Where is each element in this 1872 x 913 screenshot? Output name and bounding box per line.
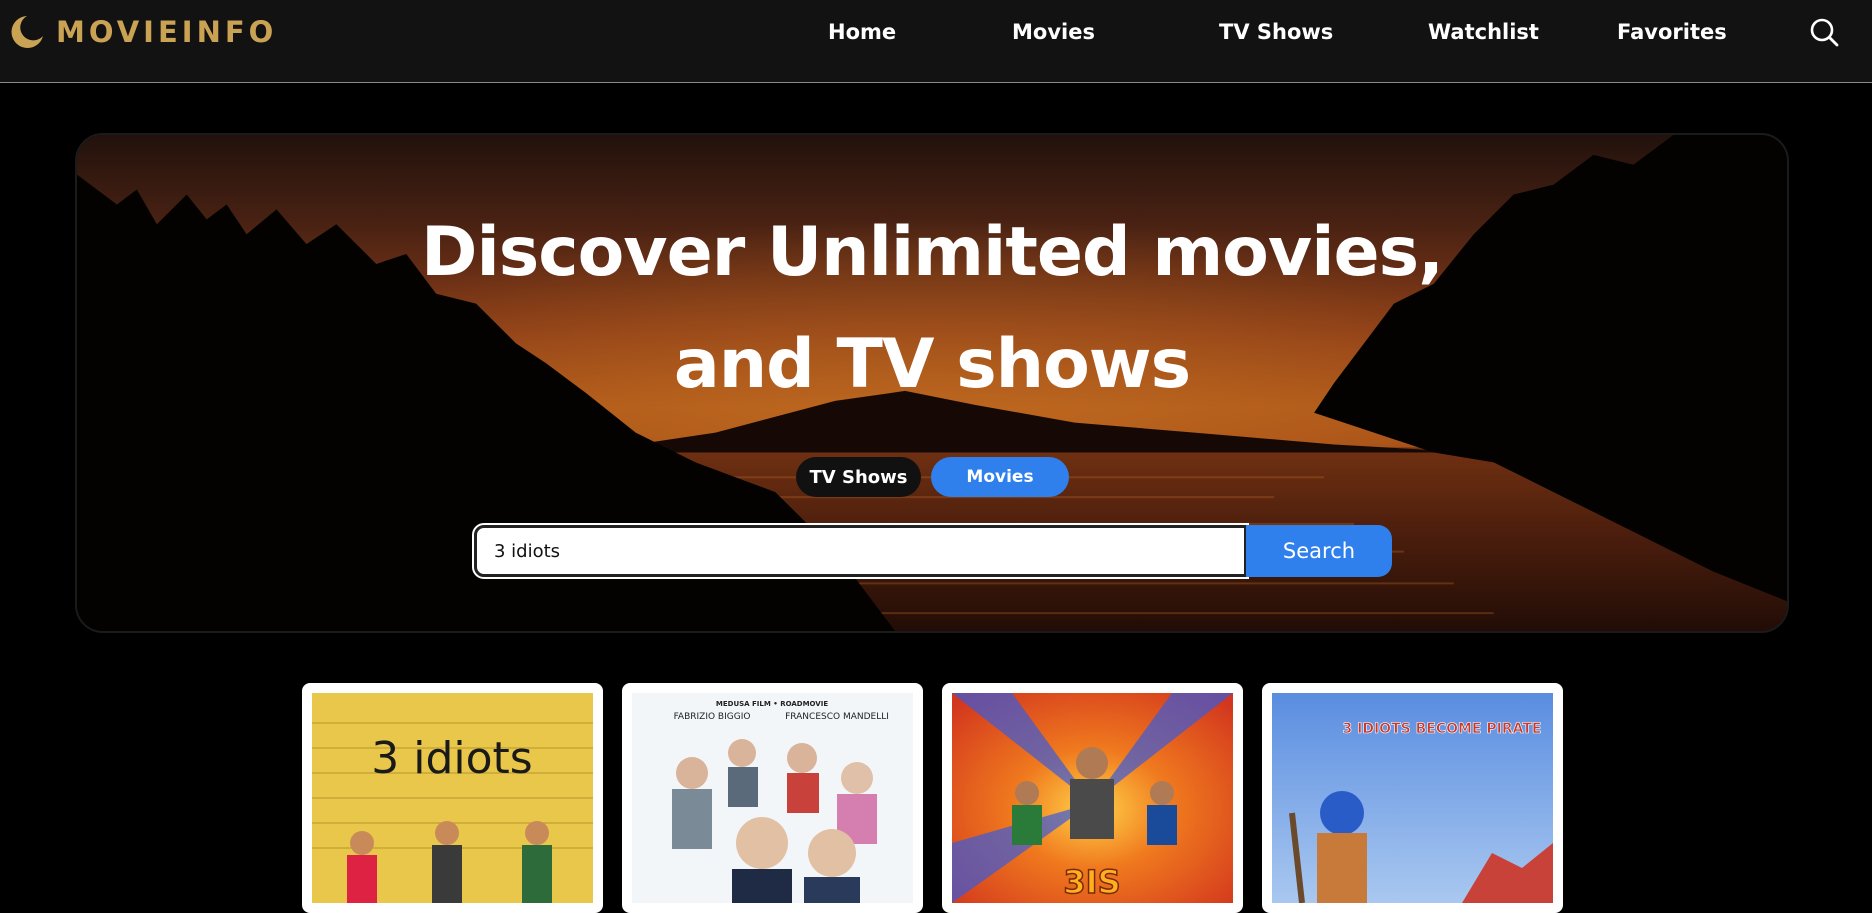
nav-watchlist[interactable]: Watchlist [1428,20,1539,44]
tv-shows-toggle[interactable]: TV Shows [796,457,921,497]
movie-poster: MEDUSA FILM • ROADMOVIE FABRIZIO BIGGIO … [632,693,913,903]
search-icon[interactable] [1808,16,1840,48]
poster-actor: FABRIZIO BIGGIO [674,712,751,722]
hero-banner: Discover Unlimited movies, and TV shows … [75,133,1789,633]
poster-title: 3IS [1063,863,1120,901]
brand-name: MOVIEINFO [56,15,278,49]
movie-poster: 3 idiots [312,693,593,903]
top-navbar: MOVIEINFO Home Movies TV Shows Watchlist… [0,0,1872,83]
search-input[interactable] [472,523,1249,579]
nav-favorites[interactable]: Favorites [1617,20,1727,44]
hero-title-line2: and TV shows [673,325,1191,404]
poster-title: 3 idiots [371,733,532,784]
movie-card[interactable]: MEDUSA FILM • ROADMOVIE FABRIZIO BIGGIO … [622,683,923,913]
poster-title: 3 IDIOTS BECOME PIRATE [1343,721,1542,737]
nav-home[interactable]: Home [828,20,896,44]
search-button[interactable]: Search [1246,525,1392,577]
nav-movies[interactable]: Movies [1012,20,1095,44]
moon-logo-icon [11,16,43,48]
brand-logo[interactable]: MOVIEINFO [8,14,277,50]
nav-tv-shows[interactable]: TV Shows [1219,20,1333,44]
movie-poster: 3 IDIOTS BECOME PIRATE [1272,693,1553,903]
movie-card[interactable]: 3 idiots [302,683,603,913]
movie-card[interactable]: 3 IDIOTS BECOME PIRATE [1262,683,1563,913]
movies-toggle[interactable]: Movies [931,457,1069,497]
movie-card[interactable]: 3IS [942,683,1243,913]
hero-title-line1: Discover Unlimited movies, [421,213,1444,292]
poster-credits: MEDUSA FILM • ROADMOVIE [716,700,828,708]
movie-poster: 3IS [952,693,1233,903]
poster-actor: FRANCESCO MANDELLI [785,712,889,722]
